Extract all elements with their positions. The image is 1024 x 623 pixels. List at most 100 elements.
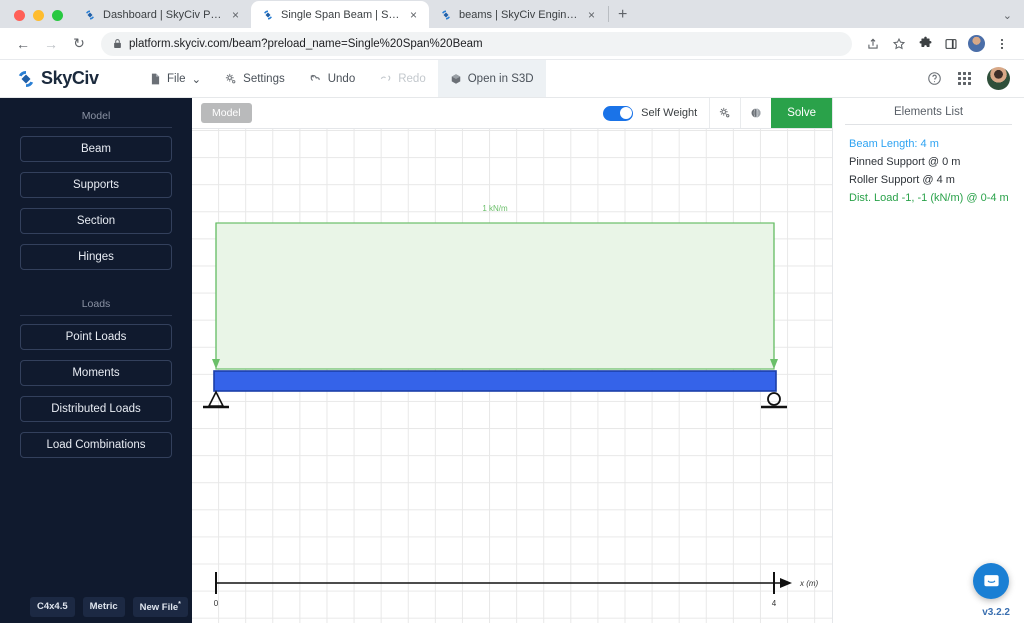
sidebar-item-load-combinations[interactable]: Load Combinations [20, 432, 172, 458]
skyciv-icon [262, 9, 274, 21]
sidebar-item-distributed-loads[interactable]: Distributed Loads [20, 396, 172, 422]
tab-title: Dashboard | SkyCiv Platform [103, 9, 222, 21]
solve-button[interactable]: Solve [771, 98, 832, 128]
sidebar-group-title-model: Model [0, 106, 192, 127]
address-bar[interactable]: platform.skyciv.com/beam?preload_name=Si… [101, 32, 852, 56]
x-axis-tick-4: 4 [772, 599, 777, 608]
status-chip-units[interactable]: Metric [83, 597, 125, 617]
sidebar-status-chips: C4x4.5 Metric New File* [0, 597, 192, 617]
tab-model[interactable]: Model [201, 103, 252, 123]
undo-arrow-icon [309, 73, 322, 84]
sidebar-item-moments[interactable]: Moments [20, 360, 172, 386]
bookmark-star-icon[interactable] [887, 32, 911, 56]
menu-label: Settings [243, 73, 285, 85]
beam-diagram: 1 kN/m 0 [192, 129, 832, 623]
sidebar-item-section[interactable]: Section [20, 208, 172, 234]
distributed-load-label: 1 kN/m [482, 204, 508, 213]
sidebar-item-hinges[interactable]: Hinges [20, 244, 172, 270]
forward-button[interactable]: → [38, 31, 64, 57]
question-circle-icon[interactable] [927, 71, 942, 86]
tab-title: beams | SkyCiv Engineering [459, 9, 578, 21]
chevron-down-icon: ⌄ [192, 72, 202, 86]
x-axis-tick-0: 0 [214, 599, 219, 608]
sidebar-item-beam[interactable]: Beam [20, 136, 172, 162]
menu-item-settings[interactable]: Settings [213, 60, 297, 97]
new-tab-button[interactable]: + [610, 7, 635, 28]
browser-tab-beams[interactable]: beams | SkyCiv Engineering × [429, 1, 607, 28]
menu-label: Undo [328, 73, 356, 85]
sidebar-divider [20, 127, 172, 128]
user-avatar[interactable] [987, 67, 1010, 90]
canvas-toolbar-right: Self Weight Solve [603, 98, 832, 128]
menu-label: Redo [398, 73, 426, 85]
browser-tab-dashboard[interactable]: Dashboard | SkyCiv Platform × [73, 1, 251, 28]
apps-grid-icon[interactable] [958, 72, 971, 85]
sidebar-item-supports[interactable]: Supports [20, 172, 172, 198]
reload-button[interactable]: ↻ [66, 31, 92, 57]
tab-close-button[interactable]: × [585, 8, 598, 22]
app-menu-bar: File ⌄ Settings Undo Redo [138, 60, 546, 97]
beam-member[interactable] [214, 371, 776, 391]
browser-chrome: Dashboard | SkyCiv Platform × Single Spa… [0, 0, 1024, 60]
roller-support[interactable] [761, 393, 787, 407]
menu-label: Open in S3D [468, 73, 534, 85]
pinned-support[interactable] [203, 392, 229, 407]
elements-list-panel: Elements List Beam Length: 4 m Pinned Su… [832, 98, 1024, 623]
maximize-window-button[interactable] [52, 10, 63, 21]
cube-icon [450, 73, 462, 85]
app-header-right [927, 67, 1024, 90]
sidebar-group-title-loads: Loads [0, 294, 192, 315]
left-sidebar: Model Beam Supports Section Hinges Loads… [0, 98, 192, 623]
element-item-beam-length[interactable]: Beam Length: 4 m [833, 135, 1024, 153]
element-item-roller-support[interactable]: Roller Support @ 4 m [833, 171, 1024, 189]
app-logo[interactable]: SkyCiv [0, 68, 138, 89]
brand-name: SkyCiv [41, 68, 99, 89]
menu-label: File [167, 73, 186, 85]
skyciv-icon [16, 69, 36, 89]
back-button[interactable]: ← [10, 31, 36, 57]
menu-item-file[interactable]: File ⌄ [138, 60, 213, 97]
intercom-chat-icon[interactable] [973, 563, 1009, 599]
sidebar-spacer [0, 280, 192, 294]
tab-title: Single Span Beam | SkyCiv [281, 9, 400, 21]
tab-close-button[interactable]: × [407, 8, 420, 22]
x-axis-label: x (m) [799, 579, 819, 588]
tab-separator [608, 6, 609, 22]
skyciv-icon [440, 9, 452, 21]
profile-avatar[interactable] [967, 34, 986, 53]
menu-item-open-in-s3d[interactable]: Open in S3D [438, 60, 546, 97]
status-chip-section[interactable]: C4x4.5 [30, 597, 75, 617]
canvas-column: Model Self Weight [192, 98, 832, 623]
panel-divider [845, 124, 1012, 125]
address-bar-url: platform.skyciv.com/beam?preload_name=Si… [129, 38, 483, 50]
gears-icon[interactable] [709, 98, 740, 128]
distributed-load-area [216, 223, 774, 369]
side-panel-icon[interactable] [939, 32, 963, 56]
element-item-distributed-load[interactable]: Dist. Load -1, -1 (kN/m) @ 0-4 m [833, 189, 1024, 207]
browser-tabstrip: Dashboard | SkyCiv Platform × Single Spa… [0, 0, 1024, 28]
status-chip-filename[interactable]: New File* [133, 597, 188, 617]
lock-icon [113, 38, 122, 49]
element-item-pinned-support[interactable]: Pinned Support @ 0 m [833, 153, 1024, 171]
browser-toolbar: ← → ↻ platform.skyciv.com/beam?preload_n… [0, 28, 1024, 60]
minimize-window-button[interactable] [33, 10, 44, 21]
menu-item-undo[interactable]: Undo [297, 60, 368, 97]
self-weight-label: Self Weight [641, 107, 709, 119]
sphere-3d-icon[interactable] [740, 98, 771, 128]
share-icon[interactable] [861, 32, 885, 56]
chrome-menu-icon[interactable] [990, 32, 1014, 56]
panel-title: Elements List [833, 106, 1024, 124]
chevron-down-icon[interactable]: ⌄ [1003, 9, 1012, 22]
menu-item-redo[interactable]: Redo [367, 60, 438, 97]
app-header: SkyCiv File ⌄ Settings Undo [0, 60, 1024, 98]
extensions-puzzle-icon[interactable] [913, 32, 937, 56]
self-weight-toggle[interactable] [603, 106, 633, 121]
version-label: v3.2.2 [982, 607, 1010, 618]
browser-tab-single-span-beam[interactable]: Single Span Beam | SkyCiv × [251, 1, 429, 28]
gears-icon [225, 73, 237, 85]
sidebar-item-point-loads[interactable]: Point Loads [20, 324, 172, 350]
close-window-button[interactable] [14, 10, 25, 21]
beam-canvas[interactable]: 1 kN/m 0 [192, 129, 832, 623]
window-traffic-lights[interactable] [8, 10, 73, 28]
tab-close-button[interactable]: × [229, 8, 242, 22]
